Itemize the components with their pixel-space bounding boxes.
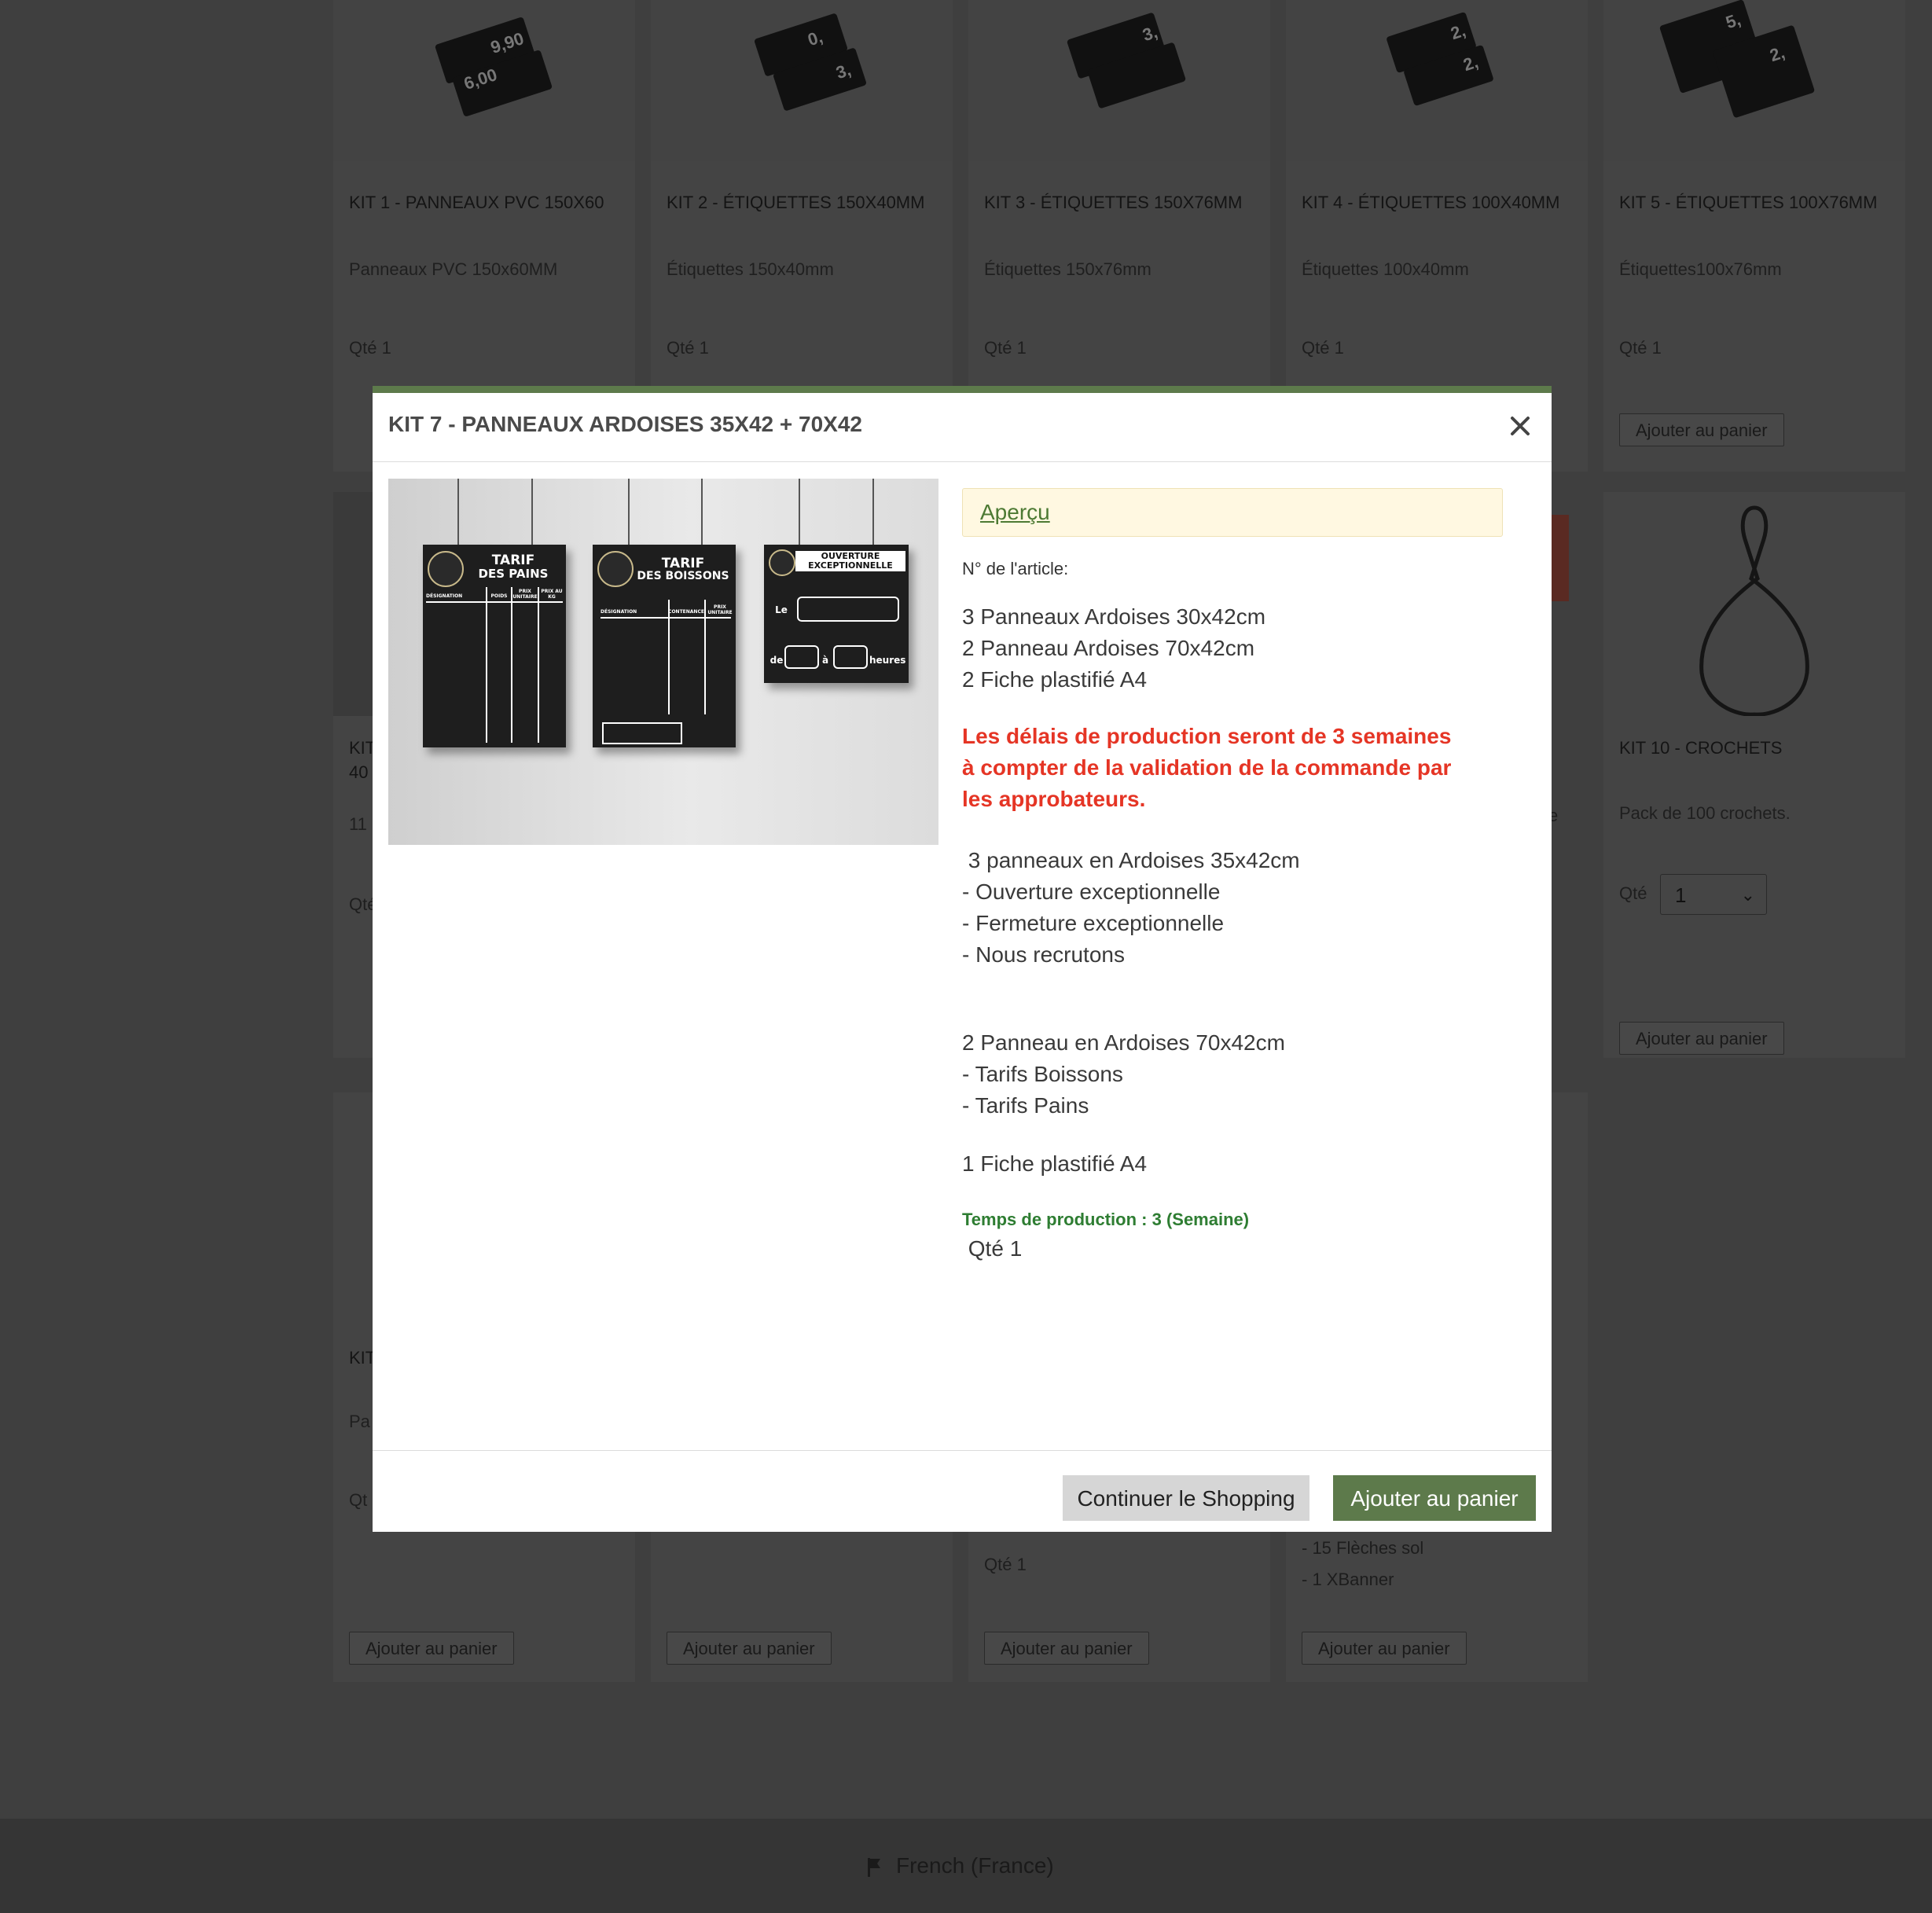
details-block-large-panels: 2 Panneau en Ardoises 70x42cm - Tarifs B… — [962, 1030, 1285, 1118]
board-column-label: PRIX UNITAIRE — [512, 589, 538, 600]
product-qty: Qté 1 — [984, 1555, 1027, 1574]
product-extra-line: - 1 XBanner — [1302, 1570, 1394, 1589]
product-qty: Qté 1 — [1302, 338, 1344, 358]
page-footer: French (France) — [0, 1819, 1932, 1913]
product-qty: Qté 1 — [667, 338, 709, 358]
board-logo — [597, 551, 634, 587]
production-warning: Les délais de production seront de 3 sem… — [962, 724, 1452, 811]
board-label: Le — [775, 604, 788, 615]
product-title[interactable]: KIT 3 - ÉTIQUETTES 150X76MM — [984, 190, 1251, 215]
add-to-cart-button[interactable]: Ajouter au panier — [1302, 1632, 1467, 1665]
hook-icon — [1699, 505, 1809, 716]
add-to-cart-button[interactable]: Ajouter au panier — [1333, 1475, 1536, 1521]
flag-icon — [868, 1858, 880, 1877]
modal-title: KIT 7 - PANNEAUX ARDOISES 35X42 + 70X42 — [388, 412, 862, 436]
add-to-cart-button[interactable]: Ajouter au panier — [984, 1632, 1149, 1665]
product-thumbnail[interactable]: 9,90 6,00 — [333, 0, 635, 161]
chevron-down-icon: ⌄ — [1740, 885, 1755, 905]
board-title: TARIF — [661, 556, 705, 571]
product-description: Panneaux PVC 150x60MM — [349, 259, 558, 279]
product-qty: Qté 1 — [1619, 338, 1662, 358]
board-subtitle: DES PAINS — [478, 567, 549, 581]
product-thumbnail[interactable]: 2, 2, — [1286, 0, 1588, 161]
continue-shopping-button[interactable]: Continuer le Shopping — [1063, 1475, 1309, 1521]
board-logo — [769, 549, 795, 576]
add-to-cart-button[interactable]: Ajouter au panier — [1619, 413, 1784, 446]
close-icon[interactable] — [1504, 410, 1536, 442]
board-column-label: POIDS — [490, 593, 508, 599]
board-title: TARIF — [491, 553, 535, 568]
slate-board-prices-drinks: TARIF DES BOISSONS DÉSIGNATION CONTENANC… — [593, 545, 736, 747]
board-subtitle: EXCEPTIONNELLE — [808, 560, 893, 571]
article-number-label: N° de l'article: — [962, 559, 1069, 578]
product-modal: KIT 7 - PANNEAUX ARDOISES 35X42 + 70X42 … — [373, 386, 1552, 1532]
product-thumbnail[interactable]: 3, — [968, 0, 1270, 161]
product-card: KIT 10 - CROCHETS Pack de 100 crochets. … — [1603, 492, 1905, 1058]
product-title[interactable]: KIT 2 - ÉTIQUETTES 150X40MM — [667, 190, 934, 215]
product-title[interactable]: KIT 10 - CROCHETS — [1619, 736, 1886, 760]
preview-link[interactable]: Aperçu — [980, 500, 1050, 525]
product-card: 5, 2, KIT 5 - ÉTIQUETTES 100X76MM Étique… — [1603, 0, 1905, 472]
language-selector[interactable]: French (France) — [896, 1853, 1054, 1878]
product-title[interactable]: KIT 5 - ÉTIQUETTES 100X76MM — [1619, 190, 1886, 215]
board-column-label: CONTENANCE — [668, 609, 704, 615]
board-label: à — [821, 655, 829, 666]
slate-board-exceptional-opening: OUVERTURE EXCEPTIONNELLE Le de à heures — [764, 545, 909, 683]
product-description: Étiquettes100x76mm — [1619, 259, 1782, 279]
product-image[interactable]: TARIF DES PAINS DÉSIGNATION POIDS PRIX U… — [388, 479, 938, 845]
product-qty-label: Qté — [1619, 883, 1647, 903]
add-to-cart-button[interactable]: Ajouter au panier — [349, 1632, 514, 1665]
modal-footer-divider — [373, 1450, 1552, 1451]
product-qty: Qt — [349, 1490, 368, 1510]
board-label: de — [769, 655, 784, 666]
production-time: Temps de production : 3 (Semaine) — [962, 1210, 1250, 1229]
board-column-label: PRIX AU KG — [541, 589, 563, 600]
product-description: Étiquettes 100x40mm — [1302, 259, 1469, 279]
product-thumbnail[interactable]: 0, 3, — [651, 0, 953, 161]
product-thumbnail[interactable] — [1603, 492, 1905, 716]
board-subtitle: DES BOISSONS — [637, 570, 729, 582]
preview-box: Aperçu — [962, 488, 1503, 537]
product-title[interactable]: KIT 4 - ÉTIQUETTES 100X40MM — [1302, 190, 1569, 215]
modal-header: KIT 7 - PANNEAUX ARDOISES 35X42 + 70X42 — [373, 393, 1552, 462]
details-block-sheet: 1 Fiche plastifié A4 — [962, 1151, 1148, 1176]
board-column-label: PRIX UNITAIRE — [707, 604, 733, 615]
board-column-label: DÉSIGNATION — [426, 593, 463, 599]
product-extra-line: - 15 Flèches sol — [1302, 1538, 1424, 1558]
add-to-cart-button[interactable]: Ajouter au panier — [1619, 1022, 1784, 1055]
add-to-cart-button[interactable]: Ajouter au panier — [667, 1632, 832, 1665]
board-column-label: DÉSIGNATION — [601, 609, 637, 615]
quantity-select[interactable]: 1 ⌄ — [1660, 874, 1767, 915]
product-description: Pack de 100 crochets. — [1619, 803, 1791, 823]
product-qty: Qté 1 — [349, 338, 391, 358]
product-description: Étiquettes 150x76mm — [984, 259, 1151, 279]
board-logo — [428, 551, 464, 587]
slate-board-prices-bread: TARIF DES PAINS DÉSIGNATION POIDS PRIX U… — [423, 545, 566, 747]
details-block-small-panels: 3 panneaux en Ardoises 35x42cm - Ouvertu… — [962, 848, 1300, 967]
product-title[interactable]: KIT 1 - PANNEAUX PVC 150X60 — [349, 190, 616, 215]
modal-qty: Qté 1 — [962, 1236, 1023, 1261]
product-thumbnail[interactable]: 5, 2, — [1603, 0, 1905, 161]
quantity-select-value: 1 — [1675, 883, 1687, 907]
product-summary: 3 Panneaux Ardoises 30x42cm 2 Panneau Ar… — [962, 604, 1266, 692]
product-qty: Qté 1 — [984, 338, 1027, 358]
board-label: heures — [869, 655, 906, 666]
product-description: Étiquettes 150x40mm — [667, 259, 834, 279]
